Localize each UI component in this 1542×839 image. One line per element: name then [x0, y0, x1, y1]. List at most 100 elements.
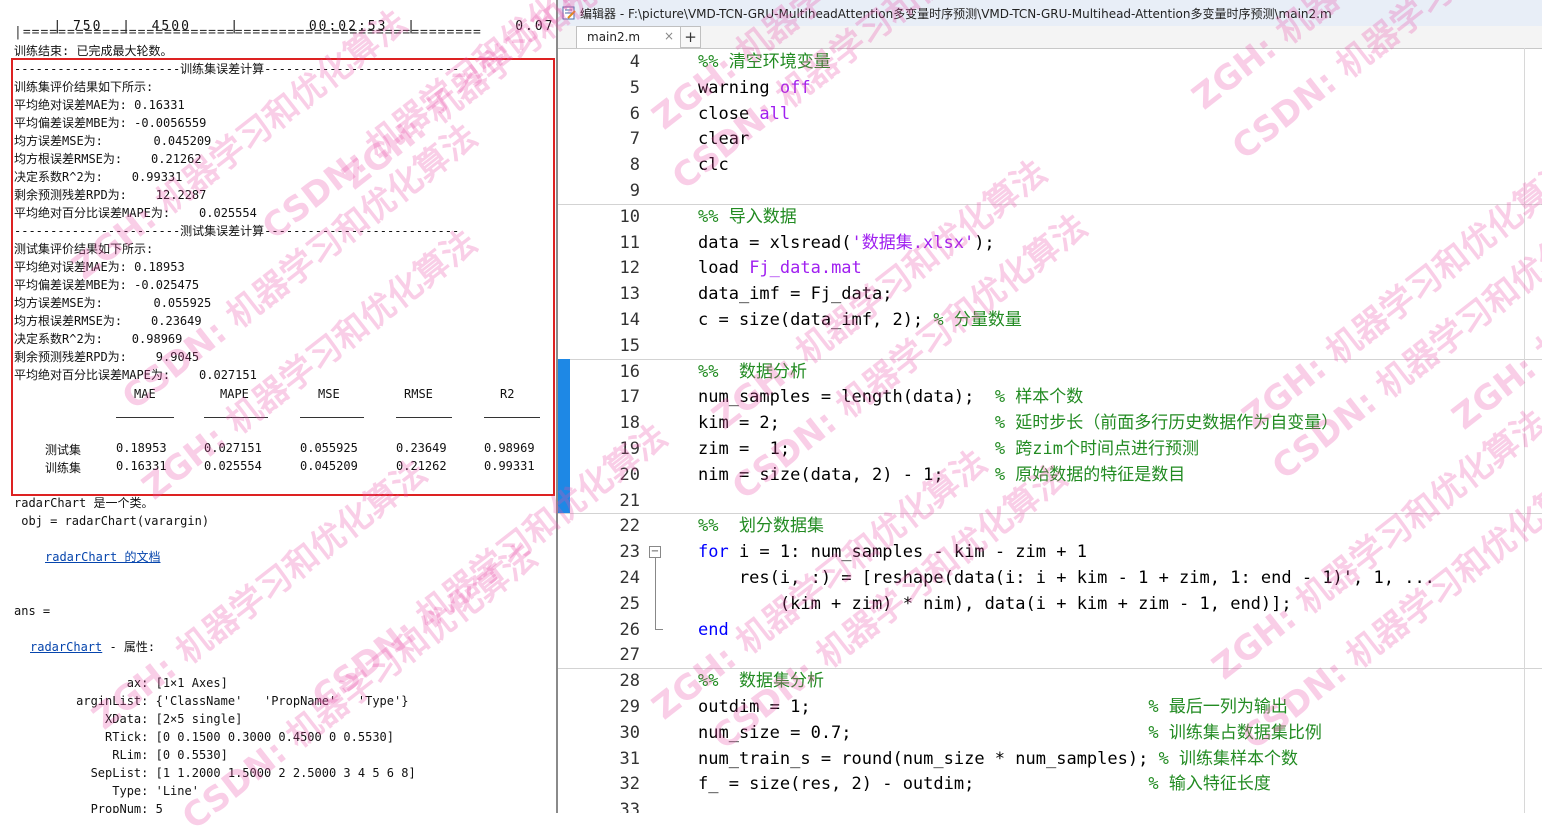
code-text[interactable]: close all: [698, 101, 790, 127]
close-icon[interactable]: ×: [664, 29, 674, 43]
code-line[interactable]: 17 num_samples = length(data); % 样本个数: [558, 384, 1542, 410]
line-number[interactable]: 17: [558, 384, 640, 410]
code-text[interactable]: %% 清空环境变量: [698, 49, 831, 75]
code-text[interactable]: load Fj_data.mat: [698, 255, 862, 281]
line-number[interactable]: 16: [558, 359, 640, 385]
line-number[interactable]: 30: [558, 720, 640, 746]
train-metric-rpd: 剩余预测残差RPD为: 12.2287: [14, 188, 207, 202]
code-text[interactable]: for i = 1: num_samples - kim - zim + 1: [698, 539, 1087, 565]
fold-guide-line: [655, 558, 656, 630]
code-line[interactable]: 30 num_size = 0.7; % 训练集占数据集比例: [558, 720, 1542, 746]
line-number[interactable]: 19: [558, 436, 640, 462]
add-tab-button[interactable]: +: [681, 26, 701, 48]
code-line[interactable]: 4 %% 清空环境变量: [558, 49, 1542, 75]
code-line[interactable]: 20 nim = size(data, 2) - 1; % 原始数据的特征是数目: [558, 462, 1542, 488]
code-line[interactable]: 32 f_ = size(res, 2) - outdim; % 输入特征长度: [558, 771, 1542, 797]
code-line[interactable]: 24 res(i, :) = [reshape(data(i: i + kim …: [558, 565, 1542, 591]
code-line[interactable]: 21: [558, 488, 1542, 514]
code-line[interactable]: 13 data_imf = Fj_data;: [558, 281, 1542, 307]
code-line[interactable]: 5 warning off: [558, 75, 1542, 101]
line-number[interactable]: 32: [558, 771, 640, 797]
code-line[interactable]: 33: [558, 797, 1542, 813]
code-text[interactable]: outdim = 1; % 最后一列为输出: [698, 694, 1288, 720]
code-line[interactable]: 12 load Fj_data.mat: [558, 255, 1542, 281]
line-number[interactable]: 7: [558, 126, 640, 152]
line-number[interactable]: 11: [558, 230, 640, 256]
line-number[interactable]: 31: [558, 746, 640, 772]
line-number[interactable]: 26: [558, 617, 640, 643]
command-window[interactable]: | 750 | 4500 | 00:02:53 | 0.07 | |======…: [0, 0, 556, 813]
line-number[interactable]: 18: [558, 410, 640, 436]
code-text[interactable]: (kim + zim) * nim), data(i + kim + zim -…: [698, 591, 1292, 617]
code-text[interactable]: clear: [698, 126, 749, 152]
code-text[interactable]: %% 数据集分析: [698, 668, 824, 694]
code-text[interactable]: num_samples = length(data); % 样本个数: [698, 384, 1083, 410]
code-line[interactable]: 28 %% 数据集分析: [558, 668, 1542, 694]
line-number[interactable]: 13: [558, 281, 640, 307]
tab-main2[interactable]: main2.m ×: [576, 26, 681, 48]
code-text[interactable]: data_imf = Fj_data;: [698, 281, 892, 307]
code-line[interactable]: 8 clc: [558, 152, 1542, 178]
code-line[interactable]: 14 c = size(data_imf, 2); % 分量数量: [558, 307, 1542, 333]
code-text[interactable]: nim = size(data, 2) - 1; % 原始数据的特征是数目: [698, 462, 1185, 488]
code-line[interactable]: 31 num_train_s = round(num_size * num_sam…: [558, 746, 1542, 772]
line-number[interactable]: 20: [558, 462, 640, 488]
code-text[interactable]: clc: [698, 152, 729, 178]
doc-link[interactable]: radarChart 的文档: [45, 550, 160, 564]
editor-panel[interactable]: 编辑器 - F:\picture\VMD-TCN-GRU-MultiheadAt…: [558, 0, 1542, 813]
code-text[interactable]: data = xlsread('数据集.xlsx');: [698, 230, 995, 256]
code-text[interactable]: kim = 2; % 延时步长（前面多行历史数据作为自变量）: [698, 410, 1338, 436]
code-text[interactable]: res(i, :) = [reshape(data(i: i + kim - 1…: [698, 565, 1435, 591]
code-text[interactable]: f_ = size(res, 2) - outdim; % 输入特征长度: [698, 771, 1271, 797]
line-number[interactable]: 6: [558, 101, 640, 127]
code-line[interactable]: 9: [558, 178, 1542, 204]
code-line[interactable]: 11 data = xlsread('数据集.xlsx');: [558, 230, 1542, 256]
line-number[interactable]: 4: [558, 49, 640, 75]
code-text[interactable]: %% 划分数据集: [698, 513, 824, 539]
line-number[interactable]: 9: [558, 178, 640, 204]
code-text[interactable]: c = size(data_imf, 2); % 分量数量: [698, 307, 1022, 333]
code-line[interactable]: 18 kim = 2; % 延时步长（前面多行历史数据作为自变量）: [558, 410, 1542, 436]
test-error-header: -----------------------测试集误差计算----------…: [14, 224, 460, 238]
line-number[interactable]: 29: [558, 694, 640, 720]
line-number[interactable]: 25: [558, 591, 640, 617]
line-number[interactable]: 28: [558, 668, 640, 694]
code-area[interactable]: 4 %% 清空环境变量 5 warning off 6 close all 7 clear 8 c…: [558, 48, 1542, 813]
constructor-signature: obj = radarChart(varargin): [14, 514, 210, 528]
line-number[interactable]: 24: [558, 565, 640, 591]
class-link[interactable]: radarChart: [30, 640, 102, 654]
code-line[interactable]: 7 clear: [558, 126, 1542, 152]
code-line[interactable]: 15: [558, 333, 1542, 359]
line-number[interactable]: 5: [558, 75, 640, 101]
code-text[interactable]: num_train_s = round(num_size * num_sampl…: [698, 746, 1298, 772]
code-line[interactable]: 22 %% 划分数据集: [558, 513, 1542, 539]
code-line[interactable]: 6 close all: [558, 101, 1542, 127]
code-comment: % 输入特征长度: [1148, 774, 1271, 795]
line-number[interactable]: 14: [558, 307, 640, 333]
line-number[interactable]: 21: [558, 488, 640, 514]
code-line[interactable]: 26 end: [558, 617, 1542, 643]
line-number[interactable]: 10: [558, 204, 640, 230]
code-text[interactable]: %% 导入数据: [698, 204, 797, 230]
line-number[interactable]: 27: [558, 642, 640, 668]
code-line[interactable]: 29 outdim = 1; % 最后一列为输出: [558, 694, 1542, 720]
line-number[interactable]: 15: [558, 333, 640, 359]
code-line[interactable]: 27: [558, 642, 1542, 668]
line-number[interactable]: 22: [558, 513, 640, 539]
code-text[interactable]: zim = 1; % 跨zim个时间点进行预测: [698, 436, 1199, 462]
code-line[interactable]: 25 (kim + zim) * nim), data(i + kim + zi…: [558, 591, 1542, 617]
code-text[interactable]: warning off: [698, 75, 811, 101]
line-number[interactable]: 12: [558, 255, 640, 281]
code-line[interactable]: 16 %% 数据分析: [558, 359, 1542, 385]
code-line[interactable]: 10 %% 导入数据: [558, 204, 1542, 230]
code-line[interactable]: 19 zim = 1; % 跨zim个时间点进行预测: [558, 436, 1542, 462]
code-token: nim = size(data, 2) - 1;: [698, 464, 995, 485]
code-text[interactable]: %% 数据分析: [698, 359, 807, 385]
line-number[interactable]: 33: [558, 797, 640, 813]
code-line[interactable]: 23 for i = 1: num_samples - kim - zim + 1: [558, 539, 1542, 565]
line-number[interactable]: 8: [558, 152, 640, 178]
fold-collapse-icon[interactable]: −: [649, 546, 661, 559]
line-number[interactable]: 23: [558, 539, 640, 565]
code-text[interactable]: end: [698, 617, 729, 643]
code-text[interactable]: num_size = 0.7; % 训练集占数据集比例: [698, 720, 1322, 746]
